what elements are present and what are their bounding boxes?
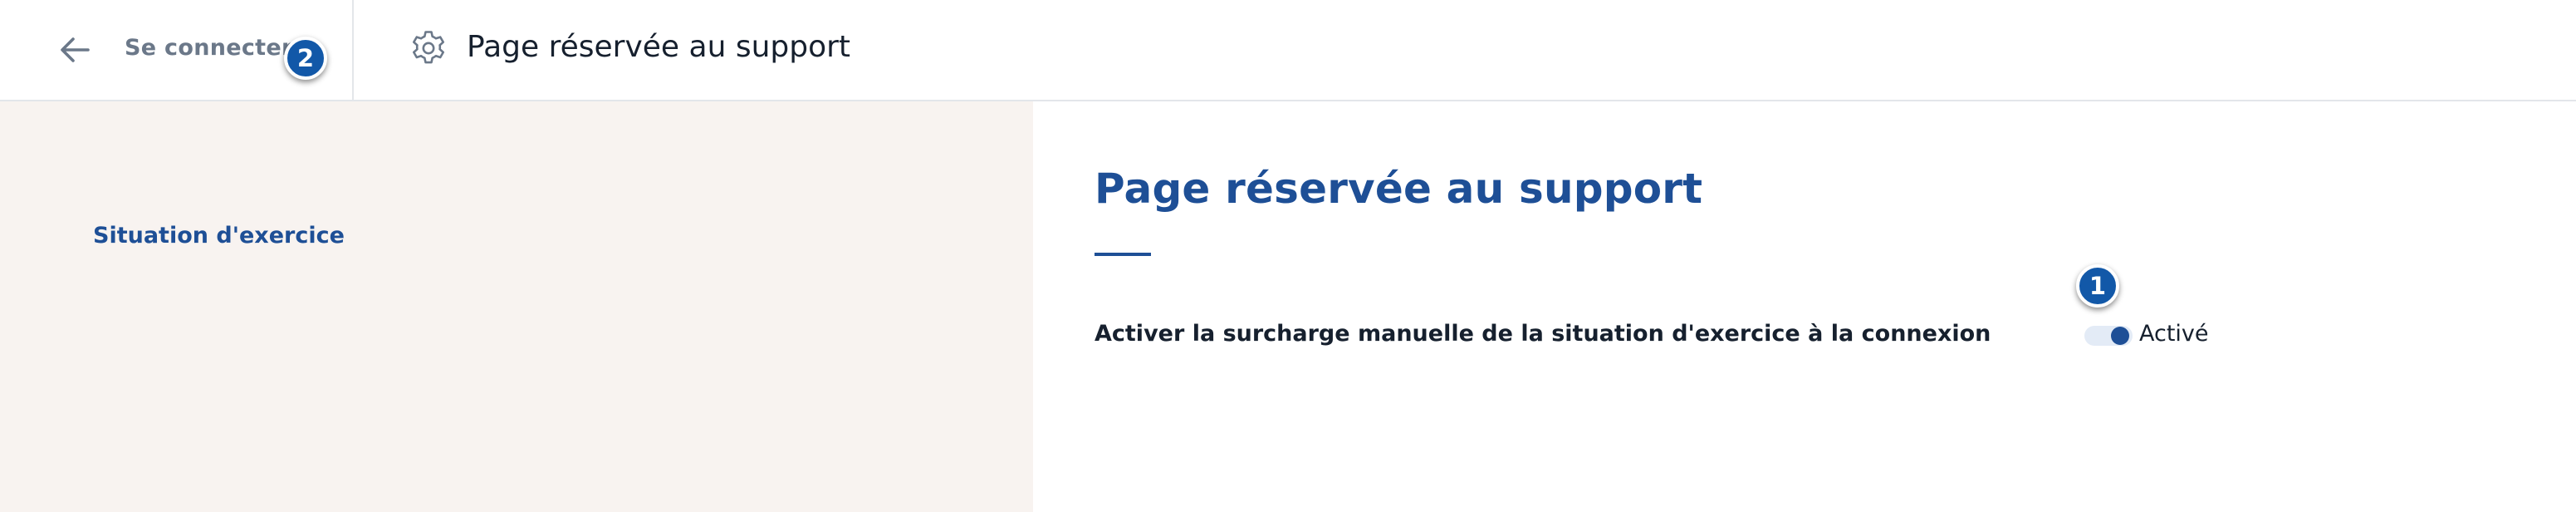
- toggle-knob: [2111, 327, 2129, 345]
- setting-label: Activer la surcharge manuelle de la situ…: [1095, 321, 1991, 347]
- back-button-label: Se connecter: [125, 35, 293, 61]
- main-content: Page réservée au support Activer la surc…: [1033, 101, 2576, 512]
- gear-icon: [413, 31, 444, 64]
- page-title: Page réservée au support: [1095, 165, 1703, 213]
- sidebar: Situation d'exercice: [0, 101, 1033, 512]
- top-bar: Se connecter Page réservée au support: [0, 0, 2576, 101]
- annotation-marker-1: 1: [2076, 264, 2119, 308]
- override-toggle[interactable]: [2084, 322, 2134, 349]
- toggle-status-label: Activé: [2139, 321, 2209, 347]
- annotation-marker-2: 2: [284, 37, 327, 80]
- title-underline: [1095, 253, 1151, 256]
- arrow-left-icon: [61, 37, 90, 62]
- header-title: Page réservée au support: [467, 30, 851, 64]
- sidebar-item-situation-exercice[interactable]: Situation d'exercice: [93, 223, 345, 249]
